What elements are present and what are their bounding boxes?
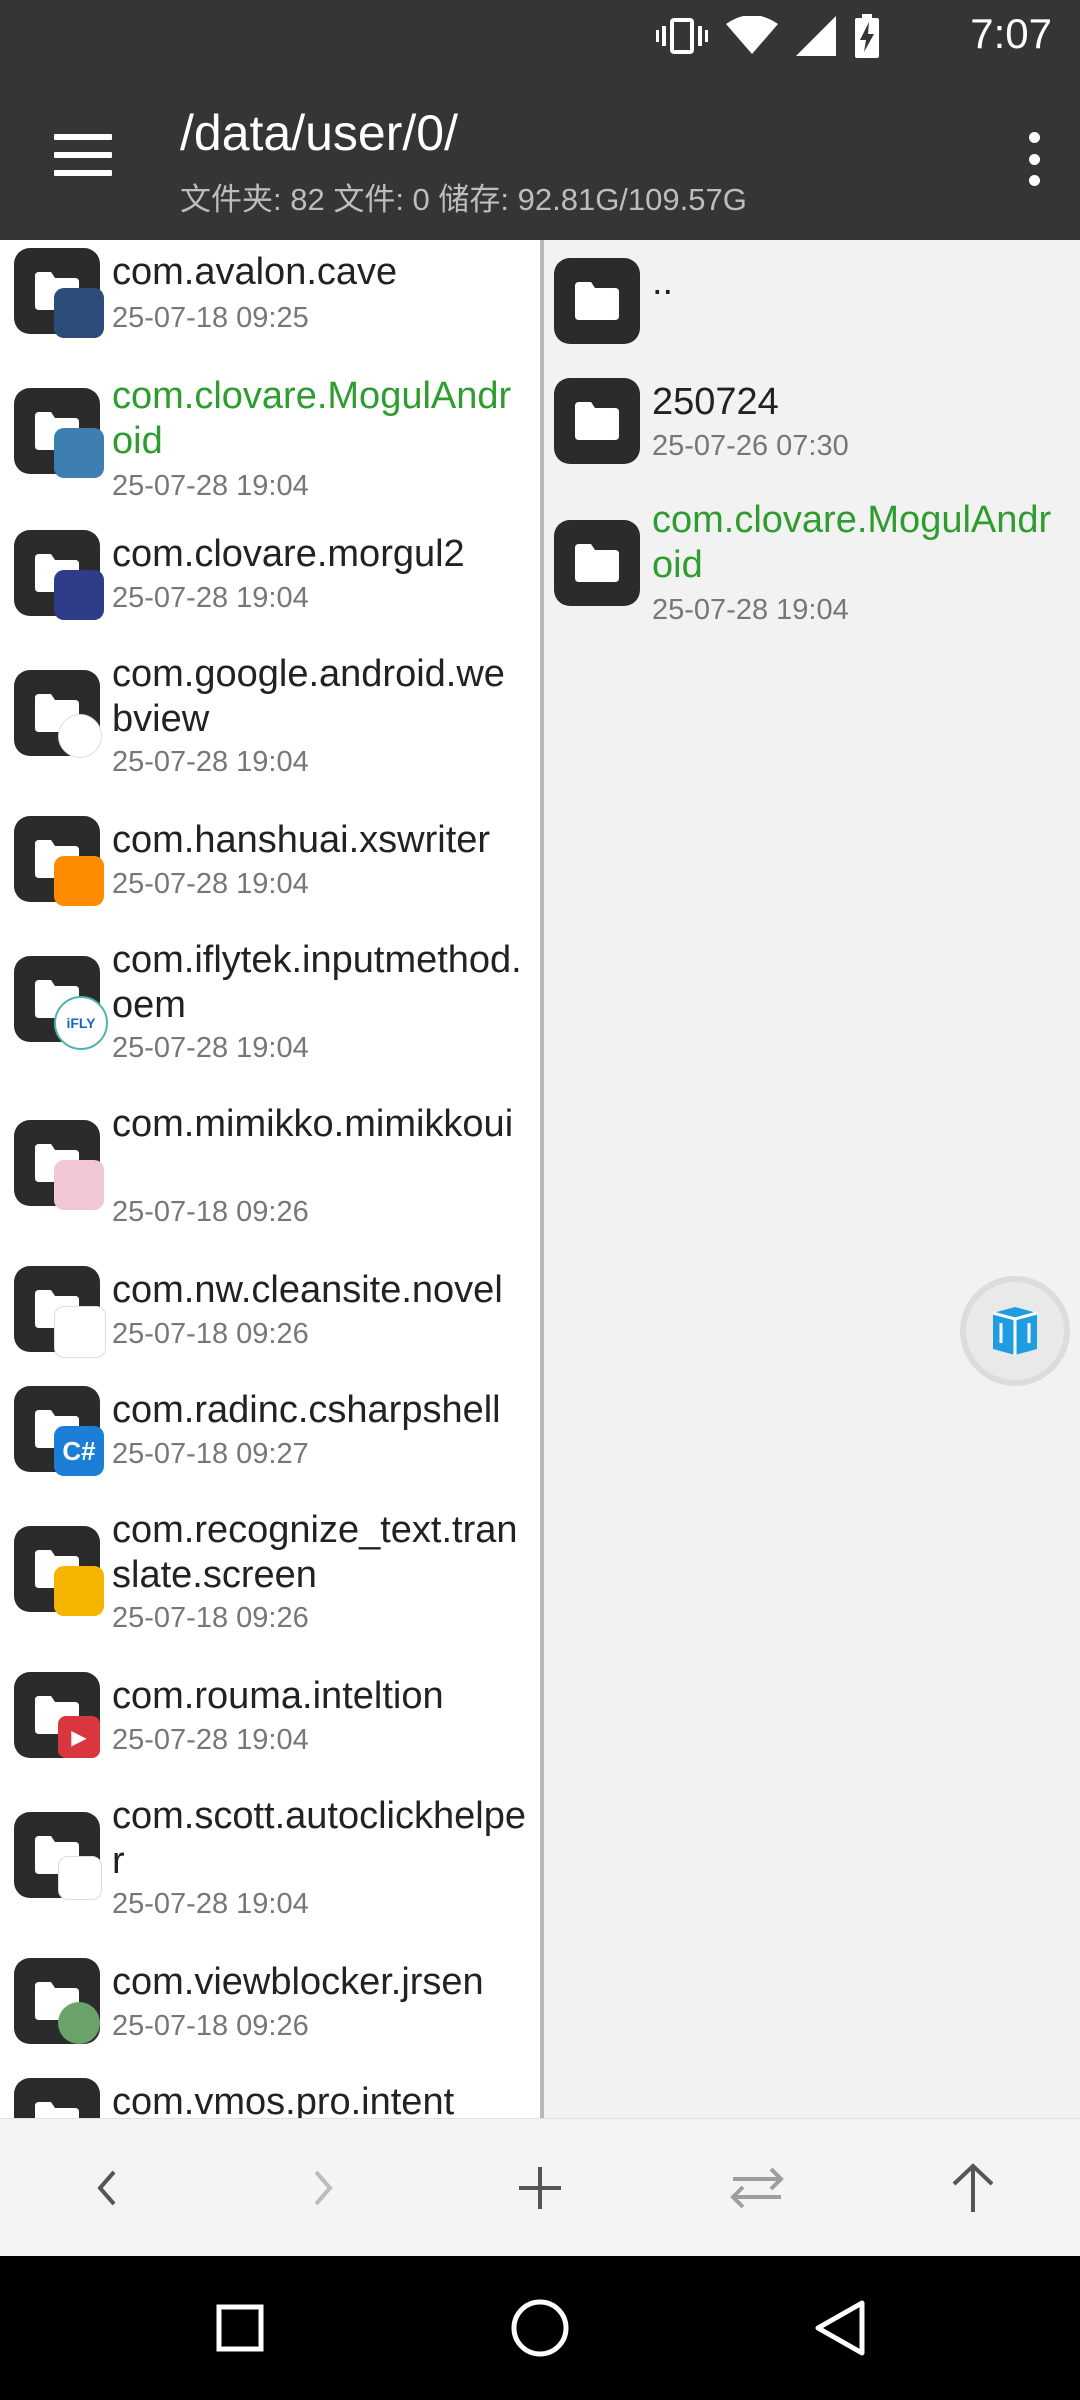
file-date: 25-07-28 19:04 — [112, 746, 309, 778]
file-date: 25-07-28 19:04 — [112, 1032, 309, 1064]
file-date: 25-07-28 19:04 — [652, 594, 849, 626]
file-date: 25-07-18 09:27 — [112, 1438, 309, 1470]
file-name: com.radinc.csharpshell — [112, 1389, 501, 1431]
signal-icon — [796, 16, 836, 56]
file-name: com.nw.cleansite.novel — [112, 1269, 503, 1311]
file-name: com.viewblocker.jrsen — [112, 1961, 484, 2003]
path-title: /data/user/0/ — [180, 105, 458, 161]
system-nav-bar — [0, 2256, 1080, 2400]
home-button[interactable] — [510, 2298, 570, 2358]
file-date: 25-07-26 07:30 — [652, 430, 849, 462]
more-vert-dot — [1028, 153, 1040, 165]
storage-summary: 文件夹: 82 文件: 0 储存: 92.81G/109.57G — [180, 182, 747, 217]
menu-icon-line — [54, 152, 112, 158]
file-date: 25-07-28 19:04 — [112, 470, 309, 502]
more-vert-icon — [1028, 132, 1040, 143]
right-file-pane[interactable]: .. 250724 25-07-26 07:30 com.clovare.Mog… — [544, 240, 1080, 2118]
recents-button[interactable] — [210, 2298, 270, 2358]
file-name: com.hanshuai.xswriter — [112, 819, 491, 861]
more-options-button[interactable] — [1022, 132, 1046, 186]
menu-button[interactable] — [54, 134, 112, 178]
triangle-back-icon — [815, 2300, 865, 2356]
file-name: .. — [652, 261, 674, 303]
left-file-pane[interactable]: com.avalon.cave 25-07-18 09:25 com.clova… — [0, 240, 540, 2118]
bottom-toolbar — [0, 2118, 1080, 2257]
swap-panes-button[interactable] — [722, 2153, 792, 2223]
app-badge-icon — [58, 2002, 100, 2044]
status-time: 7:07 — [970, 10, 1052, 57]
app-badge-icon — [54, 288, 104, 338]
app-badge-icon: ▶ — [58, 1716, 100, 1758]
file-name: com.rouma.inteltion — [112, 1675, 444, 1717]
file-date: 25-07-18 09:26 — [112, 1602, 309, 1634]
app-badge-icon: iFLY — [54, 996, 108, 1050]
file-name: com.avalon.cave — [112, 251, 398, 293]
file-name: com.iflytek.inputmethod.oem — [112, 939, 522, 1026]
back-button[interactable] — [72, 2153, 142, 2223]
file-date: 25-07-28 19:04 — [112, 1888, 309, 1920]
menu-icon — [54, 134, 112, 140]
folder-icon — [14, 2078, 100, 2118]
file-date: 25-07-18 09:26 — [112, 1318, 309, 1350]
forward-button[interactable] — [288, 2153, 358, 2223]
app-badge-icon: C# — [54, 1426, 104, 1476]
file-name: com.clovare.MogulAndroid — [112, 375, 512, 462]
plus-icon — [519, 2167, 561, 2209]
app-badge-icon — [54, 1306, 106, 1358]
folder-icon — [554, 258, 640, 344]
file-name: 250724 — [652, 381, 779, 423]
app-badge-icon — [54, 428, 104, 478]
file-date: 25-07-28 19:04 — [112, 1724, 309, 1756]
up-directory-button[interactable] — [938, 2153, 1008, 2223]
app-badge-icon — [54, 1566, 104, 1616]
more-vert-dot — [1028, 175, 1040, 186]
file-date: 25-07-18 09:26 — [112, 1196, 309, 1228]
wifi-icon — [726, 16, 778, 54]
app-badge-icon — [54, 856, 104, 906]
file-name: com.mimikko.mimikkoui — [112, 1103, 514, 1145]
folder-icon — [554, 520, 640, 606]
file-name: com.recognize_text.translate.screen — [112, 1509, 518, 1596]
floating-window-button[interactable] — [960, 1276, 1070, 1386]
file-name: com.google.android.webview — [112, 653, 505, 740]
chevron-left-icon — [97, 2170, 116, 2206]
chevron-right-icon — [314, 2170, 333, 2206]
menu-icon-line — [54, 170, 112, 176]
app-bar: /data/user/0/ 文件夹: 82 文件: 0 储存: 92.81G/1… — [0, 74, 1080, 240]
file-date: 25-07-28 19:04 — [112, 868, 309, 900]
file-name: com.clovare.morgul2 — [112, 533, 465, 575]
arrow-up-icon — [952, 2163, 994, 2212]
square-icon — [216, 2304, 264, 2352]
webview-gear-icon — [58, 714, 102, 758]
battery-charging-icon — [855, 14, 879, 58]
status-bar: 7:07 — [0, 0, 1080, 74]
status-icons — [656, 14, 880, 58]
app-badge-icon — [58, 1856, 102, 1900]
file-date: 25-07-28 19:04 — [112, 582, 309, 614]
file-date: 25-07-18 09:26 — [112, 2010, 309, 2042]
back-nav-button[interactable] — [810, 2298, 870, 2358]
app-badge-icon — [54, 570, 104, 620]
circle-icon — [511, 2299, 569, 2357]
cube-icon — [992, 1307, 1038, 1355]
swap-icon — [730, 2167, 784, 2209]
app-badge-icon — [54, 1160, 104, 1210]
add-button[interactable] — [505, 2153, 575, 2223]
folder-icon — [554, 378, 640, 464]
file-name: com.clovare.MogulAndroid — [652, 499, 1052, 586]
file-name: com.scott.autoclickhelper — [112, 1795, 526, 1882]
file-name: com.vmos.pro.intent — [112, 2081, 455, 2118]
file-date: 25-07-18 09:25 — [112, 302, 309, 334]
vibrate-icon — [656, 18, 708, 54]
